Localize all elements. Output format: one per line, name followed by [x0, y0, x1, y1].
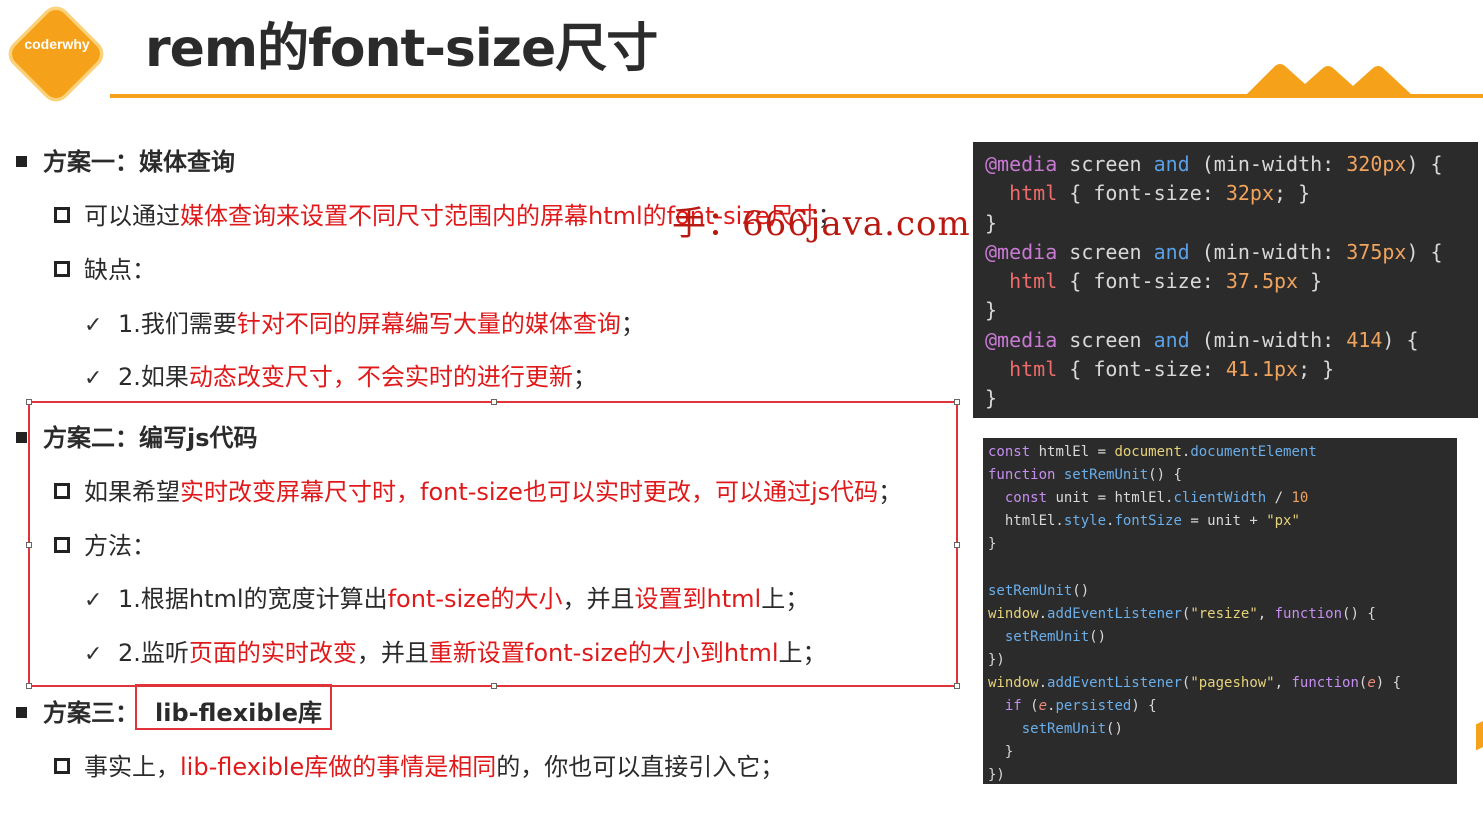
- js-code-block: const htmlEl = document.documentElement …: [983, 438, 1457, 784]
- code-line: function setRemUnit() {: [988, 467, 1182, 484]
- code-line: html { font-size: 41.1px; }: [1009, 357, 1335, 382]
- resize-handle[interactable]: [26, 542, 32, 548]
- section-1-check-1: ✓ 1.我们需要针对不同的屏幕编写大量的媒体查询；: [84, 310, 645, 338]
- code-line: const unit = htmlEl.clientWidth / 10: [1004, 490, 1309, 507]
- hollow-square-bullet-icon: [54, 758, 70, 774]
- mountains-decoration: [1245, 64, 1413, 96]
- media-query-code-block: @media screen and (min-width: 320px) { h…: [973, 142, 1478, 418]
- resize-handle[interactable]: [26, 683, 32, 689]
- resize-handle[interactable]: [491, 399, 497, 405]
- code-line: html { font-size: 32px; }: [1009, 181, 1311, 206]
- code-line: }): [988, 651, 1005, 668]
- code-line: @media screen and (min-width: 414) {: [985, 327, 1419, 352]
- logo-text: coderwhy: [24, 36, 90, 52]
- checkmark-icon: ✓: [84, 313, 103, 338]
- resize-handle[interactable]: [954, 542, 960, 548]
- resize-handle[interactable]: [954, 399, 960, 405]
- code-line: setRemUnit(): [1021, 721, 1123, 738]
- code-line: }: [988, 744, 1014, 761]
- code-line: }: [988, 536, 997, 553]
- code-line: @media screen and (min-width: 375px) {: [985, 239, 1443, 264]
- section-3-item-1: 事实上，lib-flexible库做的事情是相同的，你也可以直接引入它；: [54, 747, 784, 782]
- slide-title: rem的font-size尺寸: [145, 19, 658, 79]
- code-line: }): [988, 767, 1005, 784]
- code-line: setRemUnit(): [1004, 628, 1107, 645]
- section-2-check-1: ✓ 1.根据html的宽度计算出font-size的大小，并且设置到html上；: [84, 585, 810, 613]
- section-2-item-2: 方法：: [54, 526, 156, 561]
- code-line: }: [985, 386, 998, 411]
- watermark-text: 手：666java.com: [672, 204, 971, 244]
- code-line: window.addEventListener("pageshow", func…: [988, 674, 1402, 691]
- resize-handle[interactable]: [491, 683, 497, 689]
- orange-corner-decoration: [1476, 719, 1483, 751]
- section-2-heading: 方案二：编写js代码: [16, 418, 258, 453]
- checkmark-icon: ✓: [84, 642, 103, 667]
- square-bullet-icon: [16, 431, 27, 443]
- code-line: html { font-size: 37.5px }: [1009, 269, 1323, 294]
- section-1-heading: 方案一：媒体查询: [16, 142, 235, 177]
- resize-handle[interactable]: [954, 683, 960, 689]
- square-bullet-icon: [16, 706, 27, 718]
- checkmark-icon: ✓: [84, 588, 103, 613]
- code-line: htmlEl.style.fontSize = unit + "px": [988, 513, 1300, 530]
- hollow-square-bullet-icon: [54, 261, 70, 277]
- hollow-square-bullet-icon: [54, 483, 70, 499]
- code-line: @media screen and (min-width: 320px) {: [985, 152, 1443, 176]
- code-line: setRemUnit(): [988, 582, 1090, 599]
- lib-flexible-label: lib-flexible库: [155, 699, 323, 727]
- checkmark-icon: ✓: [84, 366, 103, 391]
- section-3-heading: 方案三： lib-flexible库: [16, 693, 322, 728]
- code-line: window.addEventListener("resize", functi…: [988, 605, 1376, 622]
- square-bullet-icon: [16, 155, 27, 167]
- code-line: const htmlEl = document.documentElement: [988, 444, 1317, 460]
- code-line: if (e.persisted) {: [1004, 698, 1157, 715]
- section-2-check-2: ✓ 2.监听页面的实时改变，并且重新设置font-size的大小到html上；: [84, 639, 827, 667]
- hollow-square-bullet-icon: [54, 207, 70, 223]
- logo-badge: [2, 0, 110, 108]
- section-1-item-2: 缺点：: [54, 250, 156, 285]
- resize-handle[interactable]: [26, 399, 32, 405]
- section-2-item-1: 如果希望实时改变屏幕尺寸时，font-size也可以实时更改，可以通过js代码；: [54, 472, 902, 507]
- hollow-square-bullet-icon: [54, 537, 70, 553]
- code-line: }: [985, 298, 998, 323]
- section-1-check-2: ✓ 2.如果动态改变尺寸，不会实时的进行更新；: [84, 363, 597, 391]
- code-line: }: [985, 210, 998, 235]
